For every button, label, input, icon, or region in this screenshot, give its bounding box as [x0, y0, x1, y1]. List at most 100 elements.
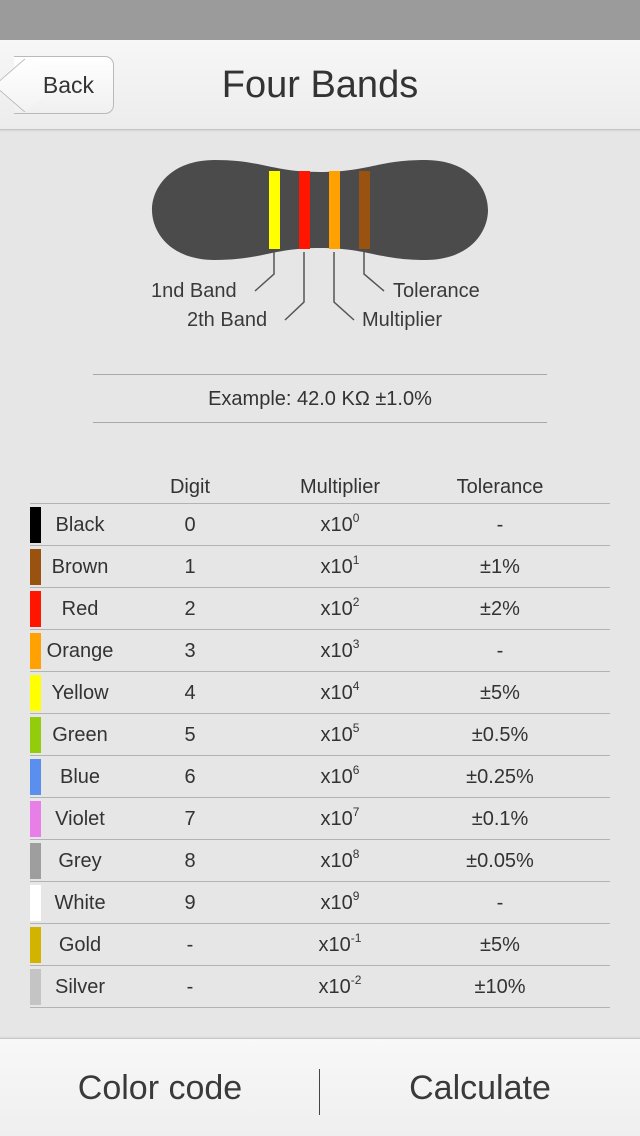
table-row: Gold - x10-1 ±5%	[30, 924, 610, 966]
resistor-graphic	[152, 160, 488, 321]
color-name: Blue	[59, 766, 101, 788]
band-2	[299, 171, 310, 249]
multiplier-exponent: 8	[352, 847, 360, 861]
digit-value: 0	[184, 514, 196, 536]
header-multiplier: Multiplier	[299, 476, 381, 498]
multiplier-base: x10	[320, 766, 353, 788]
label-second-band: 2th Band	[187, 309, 268, 331]
tolerance-value: ±10%	[474, 976, 526, 998]
multiplier-value: x107	[280, 798, 400, 840]
back-button-label: Back	[42, 71, 95, 98]
label-multiplier: Multiplier	[362, 309, 443, 331]
label-first-band: 1nd Band	[151, 280, 237, 302]
tolerance-value: -	[496, 514, 504, 536]
label-tolerance: Tolerance	[393, 280, 480, 302]
color-swatch	[30, 549, 41, 585]
tab-calculate[interactable]: Calculate	[320, 1039, 640, 1136]
tolerance-value: -	[496, 892, 504, 914]
digit-value: 5	[184, 724, 196, 746]
tolerance-value: ±0.5%	[471, 724, 529, 746]
tolerance-value: ±0.25%	[466, 766, 534, 788]
color-swatch	[30, 927, 41, 963]
table-row: Red 2 x102 ±2%	[30, 588, 610, 630]
tolerance-value: ±2%	[480, 598, 520, 620]
color-name: Grey	[58, 850, 102, 872]
multiplier-base: x10	[318, 976, 351, 998]
tab-color-code[interactable]: Color code	[0, 1039, 320, 1136]
band-3	[329, 171, 340, 249]
leader-line-1	[254, 252, 275, 292]
color-swatch	[30, 843, 41, 879]
leader-line-3	[333, 252, 355, 321]
multiplier-value: x105	[280, 714, 400, 756]
multiplier-value: x106	[280, 756, 400, 798]
color-swatch	[30, 507, 41, 543]
multiplier-value: x109	[280, 882, 400, 924]
tab-bar: Color code Calculate	[0, 1038, 640, 1136]
navigation-bar: Back Four Bands	[0, 40, 640, 130]
table-row: Blue 6 x106 ±0.25%	[30, 756, 610, 798]
multiplier-exponent: 9	[352, 889, 360, 903]
digit-value: 7	[184, 808, 196, 830]
multiplier-value: x10-2	[280, 966, 400, 1008]
color-code-table: Digit Multiplier Tolerance Black 0 x100 - Br…	[30, 472, 610, 1008]
color-name: Black	[55, 514, 105, 536]
color-name: Brown	[51, 556, 109, 578]
header-digit: Digit	[169, 476, 210, 498]
color-swatch	[30, 675, 41, 711]
table-row: Silver - x10-2 ±10%	[30, 966, 610, 1008]
multiplier-base: x10	[320, 892, 353, 914]
multiplier-exponent: 6	[352, 763, 360, 777]
multiplier-value: x10-1	[280, 924, 400, 966]
color-name: Orange	[46, 640, 114, 662]
color-name: Green	[52, 724, 108, 746]
color-name: Violet	[55, 808, 105, 830]
leader-line-2	[284, 252, 305, 321]
multiplier-base: x10	[320, 514, 353, 536]
color-name: Red	[61, 598, 99, 620]
table-row: White 9 x109-	[30, 882, 610, 924]
tolerance-value: ±5%	[480, 934, 520, 956]
color-name: Yellow	[51, 682, 109, 704]
color-name: Gold	[58, 934, 102, 956]
leader-line-4	[363, 252, 385, 292]
example-value: Example: 42.0 KΩ ±1.0%	[93, 374, 547, 423]
multiplier-base: x10	[320, 598, 353, 620]
tolerance-value: -	[496, 640, 504, 662]
back-button[interactable]: Back	[14, 56, 114, 114]
tolerance-value: ±0.1%	[471, 808, 529, 830]
color-swatch	[30, 801, 41, 837]
color-swatch	[30, 633, 41, 669]
table-row: Green 5 x105 ±0.5%	[30, 714, 610, 756]
multiplier-exponent: 7	[352, 805, 360, 819]
digit-value: 4	[184, 682, 196, 704]
table-row: Black 0 x100 -	[30, 504, 610, 546]
digit-value: 6	[184, 766, 196, 788]
multiplier-exponent: 2	[352, 595, 360, 609]
multiplier-value: x101	[280, 546, 400, 588]
status-bar	[0, 0, 640, 40]
digit-value: -	[186, 976, 194, 998]
multiplier-base: x10	[320, 724, 353, 746]
digit-value: 2	[184, 598, 196, 620]
color-swatch	[30, 759, 41, 795]
table-row: Grey 8 x108 ±0.05%	[30, 840, 610, 882]
tolerance-value: ±1%	[480, 556, 520, 578]
multiplier-exponent: 5	[352, 721, 360, 735]
multiplier-base: x10	[320, 682, 353, 704]
digit-value: 9	[184, 892, 196, 914]
band-4	[359, 171, 370, 249]
color-name: White	[54, 892, 106, 914]
digit-value: -	[186, 934, 194, 956]
multiplier-value: x100	[280, 504, 400, 546]
multiplier-value: x103	[280, 630, 400, 672]
table-row: Yellow 4 x104 ±5%	[30, 672, 610, 714]
multiplier-base: x10	[320, 808, 353, 830]
multiplier-value: x102	[280, 588, 400, 630]
multiplier-value: x108	[280, 840, 400, 882]
multiplier-exponent: 4	[352, 679, 360, 693]
table-header: Digit Multiplier Tolerance	[30, 472, 610, 504]
digit-value: 1	[184, 556, 196, 578]
digit-value: 8	[184, 850, 196, 872]
multiplier-value: x104	[280, 672, 400, 714]
